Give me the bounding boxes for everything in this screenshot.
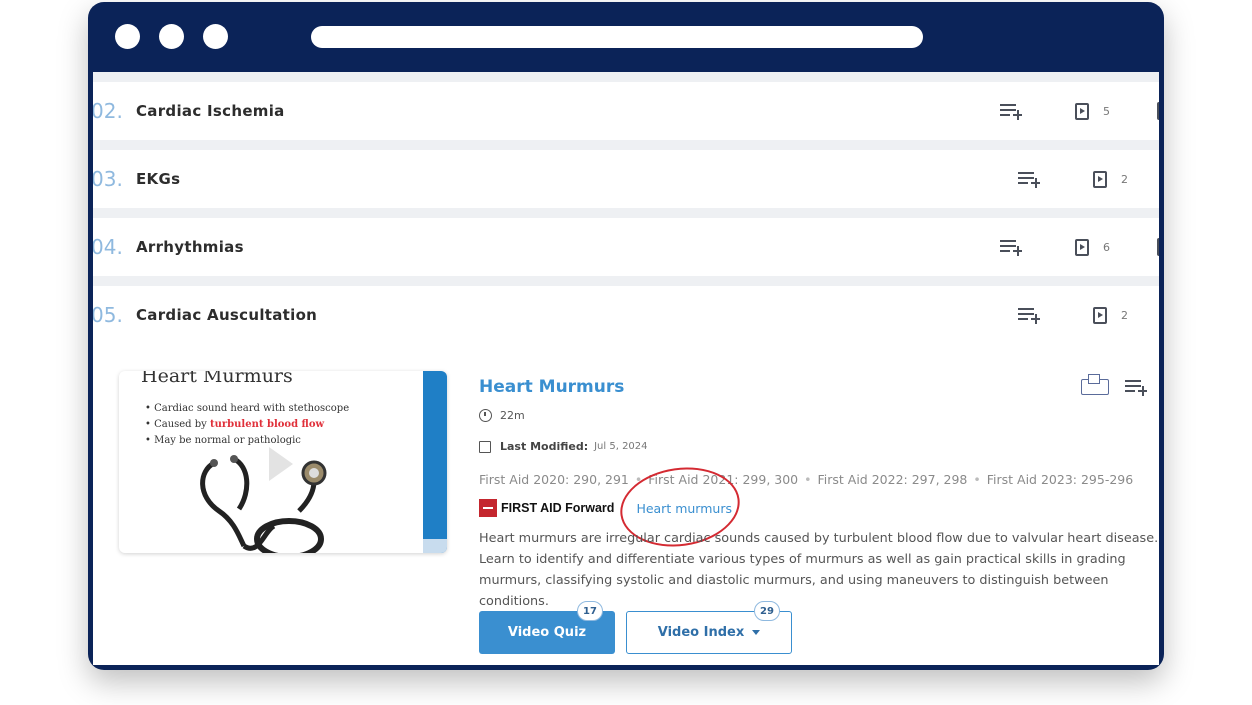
section-title: EKGs bbox=[136, 170, 181, 188]
thumbnail-bullets: Cardiac sound heard with stethoscope Cau… bbox=[145, 401, 349, 449]
duration-value: 22m bbox=[500, 409, 525, 422]
duration-line: 22m bbox=[479, 409, 525, 422]
video-count: 5 bbox=[1103, 104, 1110, 118]
mcgraw-hill-logo-icon bbox=[479, 499, 497, 517]
reference-item: First Aid 2022: 297, 298 bbox=[817, 472, 968, 487]
video-thumbnail[interactable]: Heart Murmurs Cardiac sound heard with s… bbox=[119, 371, 447, 553]
playlist-add-icon[interactable] bbox=[1018, 306, 1040, 324]
thumbnail-bullet-text: Caused by bbox=[154, 419, 210, 430]
thumbnail-bullet: May be normal or pathologic bbox=[145, 433, 349, 449]
first-aid-forward-brand: FIRST AID Forward bbox=[501, 501, 615, 515]
section-number: 05. bbox=[93, 303, 123, 327]
video-index-label: Video Index bbox=[657, 625, 745, 640]
section-title: Cardiac Auscultation bbox=[136, 306, 318, 324]
section-number: 03. bbox=[93, 167, 123, 191]
last-modified-value: Jul 5, 2024 bbox=[594, 441, 648, 452]
reference-item: First Aid 2021: 299, 300 bbox=[648, 472, 799, 487]
lesson-detail: Heart Murmurs Cardiac sound heard with s… bbox=[93, 344, 1159, 665]
thumbnail-highlight: turbulent blood flow bbox=[210, 419, 325, 430]
section-row-arrhythmias[interactable]: 04. Arrhythmias 6 bbox=[93, 218, 1159, 276]
section-title: Cardiac Ischemia bbox=[136, 102, 285, 120]
lesson-actions bbox=[1081, 374, 1147, 396]
video-file-icon bbox=[1093, 170, 1107, 188]
video-quiz-label: Video Quiz bbox=[507, 625, 587, 640]
video-count: 2 bbox=[1121, 308, 1128, 322]
last-modified-label: Last Modified: bbox=[500, 440, 589, 453]
expand-toggle-icon[interactable] bbox=[1157, 238, 1159, 256]
lesson-title[interactable]: Heart Murmurs bbox=[479, 377, 624, 397]
calendar-icon bbox=[479, 440, 491, 453]
flashcards-icon[interactable] bbox=[1081, 374, 1109, 395]
section-number: 04. bbox=[93, 235, 123, 259]
section-actions: 2 bbox=[1018, 150, 1128, 208]
playlist-add-icon[interactable] bbox=[1125, 378, 1147, 396]
last-modified-line: Last Modified: Jul 5, 2024 bbox=[479, 440, 648, 453]
section-actions: 2 bbox=[1018, 286, 1128, 344]
section-actions: 6 bbox=[1000, 218, 1110, 276]
section-row-cardiac-ischemia[interactable]: 02. Cardiac Ischemia 5 bbox=[93, 82, 1159, 140]
stethoscope-image bbox=[200, 455, 327, 553]
first-aid-references: First Aid 2020: 290, 291 • First Aid 2021:… bbox=[479, 472, 1134, 487]
section-number: 02. bbox=[93, 99, 123, 123]
video-count: 2 bbox=[1121, 172, 1128, 186]
section-row-cardiac-auscultation[interactable]: 05. Cardiac Auscultation 2 bbox=[93, 286, 1159, 344]
playlist-add-icon[interactable] bbox=[1000, 102, 1022, 120]
window-dot-1[interactable] bbox=[115, 24, 140, 49]
playlist-add-icon[interactable] bbox=[1000, 238, 1022, 256]
video-file-icon bbox=[1075, 238, 1089, 256]
chevron-down-icon bbox=[752, 630, 761, 635]
video-count: 6 bbox=[1103, 240, 1110, 254]
first-aid-forward-row: FIRST AID Forward Heart murmurs bbox=[479, 499, 732, 517]
video-file-icon bbox=[1075, 102, 1089, 120]
play-icon[interactable] bbox=[269, 447, 293, 481]
video-index-count-badge: 29 bbox=[754, 601, 780, 621]
thumbnail-accent-bar-end bbox=[423, 539, 447, 553]
clock-icon bbox=[479, 409, 492, 422]
thumbnail-bullet: Cardiac sound heard with stethoscope bbox=[145, 401, 349, 417]
window-dot-3[interactable] bbox=[203, 24, 228, 49]
lesson-description: Heart murmurs are irregular cardiac soun… bbox=[479, 531, 1159, 609]
first-aid-topic-link[interactable]: Heart murmurs bbox=[636, 501, 732, 516]
video-quiz-count-badge: 17 bbox=[577, 601, 603, 621]
reference-item: First Aid 2020: 290, 291 bbox=[479, 472, 629, 487]
section-row-ekgs[interactable]: 03. EKGs 2 bbox=[93, 150, 1159, 208]
video-file-icon bbox=[1093, 306, 1107, 324]
playlist-add-icon[interactable] bbox=[1018, 170, 1040, 188]
thumbnail-accent-bar bbox=[423, 371, 447, 553]
thumbnail-title: Heart Murmurs bbox=[141, 371, 293, 387]
page-viewport: 02. Cardiac Ischemia 5 03. EKGs 2 04. Ar… bbox=[93, 72, 1159, 665]
thumbnail-bullet: Caused by turbulent blood flow bbox=[145, 417, 349, 433]
address-bar[interactable] bbox=[311, 26, 923, 48]
section-title: Arrhythmias bbox=[136, 238, 244, 256]
window-dot-2[interactable] bbox=[159, 24, 184, 49]
browser-window: 02. Cardiac Ischemia 5 03. EKGs 2 04. Ar… bbox=[88, 2, 1164, 670]
reference-item: First Aid 2023: 295-296 bbox=[986, 472, 1134, 487]
title-bar bbox=[93, 2, 1159, 70]
section-actions: 5 bbox=[1000, 82, 1110, 140]
expand-toggle-icon[interactable] bbox=[1157, 102, 1159, 120]
